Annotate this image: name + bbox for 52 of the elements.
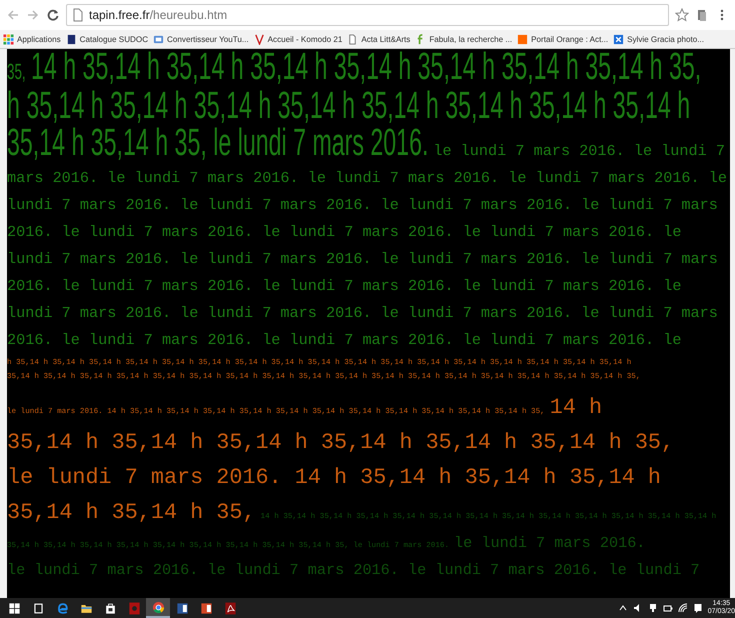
bookmark-link[interactable]: Fabula, la recherche ...	[415, 34, 512, 44]
page-text: 2016. le lundi 7 mars 2016. le lundi 7 mars 2016. le lundi 7 mars 2016. le	[7, 276, 682, 297]
page-text: 35,	[7, 58, 26, 86]
windows-logo-icon	[8, 602, 20, 614]
bookmark-link[interactable]: Catalogue SUDOC	[66, 34, 148, 44]
folder-icon	[80, 604, 92, 612]
page-text: 2016. le lundi 7 mars 2016. le lundi 7 mars 2016. le lundi 7 mars 2016. le	[7, 330, 682, 351]
battery-icon[interactable]	[662, 603, 673, 613]
bookmark-link[interactable]: Acta Litt&Arts	[347, 34, 410, 44]
page-text: 2016. le lundi 7 mars 2016. le lundi 7 mars 2016. le lundi 7 mars 2016. le	[7, 222, 682, 243]
powerpoint-logo-icon	[200, 602, 212, 614]
wifi-icon[interactable]	[678, 603, 688, 613]
chrome-logo-icon	[152, 601, 164, 613]
page-text: 35,14 h 35,14 h 35,14 h 35,14 h 35,14 h 35,14 h 35,	[7, 429, 674, 457]
bookmark-link[interactable]: Sylvie Gracia photo...	[613, 34, 704, 44]
star-icon[interactable]	[675, 8, 689, 22]
page-text: mars 2016. le lundi 7 mars 2016. le lundi 7 mars 2016. le lundi 7 mars 2016. le	[7, 168, 728, 189]
chevron-up-icon[interactable]	[618, 603, 628, 613]
book-icon	[66, 34, 77, 44]
page-text: lundi 7 mars 2016. le lundi 7 mars 2016. le lundi 7 mars 2016. le lundi 7 mars	[7, 249, 718, 270]
x-tile-icon	[613, 34, 624, 44]
edge-logo-icon	[58, 602, 68, 614]
page-text: 35,14 h 35,14 h 35, le lundi 7 mars 2016.	[7, 125, 428, 162]
page-text: le lundi 7 mars 2016. le lundi 7 mars 2016. le lundi 7 mars 2016. le lundi 7	[7, 560, 700, 581]
square-icon	[517, 34, 528, 44]
bookmark-link[interactable]: Convertisseur YouTu...	[153, 34, 249, 44]
bookmark-link[interactable]: Applications	[3, 34, 61, 44]
page-text: lundi 7 mars 2016. le lundi 7 mars 2016. le lundi 7 mars 2016. le lundi 7 mars	[7, 195, 718, 216]
address-field[interactable]: tapin.free.fr/heureubu.htm	[66, 4, 669, 26]
page-text: lundi 7 mars 2016. le lundi 7 mars 2016. le lundi 7 mars 2016. le lundi 7 mars	[7, 303, 718, 324]
bookmark-link[interactable]: Portail Orange : Act...	[517, 34, 608, 44]
page-text: le lundi 7 mars 2016.	[454, 533, 646, 554]
page-text: le lundi 7 mars 2016. 14 h 35,14 h 35,14 h 35,14 h	[7, 464, 662, 492]
converter-icon	[153, 34, 164, 44]
page-icon	[347, 34, 358, 44]
task-view-icon	[34, 603, 42, 613]
bookmark-link[interactable]: Accueil - Komodo 21	[254, 34, 342, 44]
page-text: le lundi 7 mars 2016. le lundi 7	[433, 141, 725, 162]
v-logo-icon	[254, 34, 265, 44]
reload-icon[interactable]	[46, 8, 60, 22]
page-text: 14 h 35,14 h 35,14 h 35,14 h 35,14 h 35,14 h 35,14 h 35,14 h 35,	[30, 49, 701, 86]
page-text: 14 h	[550, 394, 602, 422]
acrobat-logo-icon	[224, 602, 236, 614]
apps-grid-icon	[3, 34, 14, 44]
shopping-bag-icon	[106, 603, 114, 614]
notification-icon[interactable]	[692, 603, 703, 613]
page-text: h 35,14 h 35,14 h 35,14 h 35,14 h 35,14 h 35,14 h 35,14 h 35,14 h	[7, 88, 690, 125]
app-icon	[128, 602, 140, 614]
page-icon	[71, 8, 85, 22]
word-logo-icon	[176, 602, 188, 614]
page-text: 35,14 h 35,14 h 35,	[7, 499, 256, 527]
extension-icon[interactable]	[695, 8, 709, 22]
